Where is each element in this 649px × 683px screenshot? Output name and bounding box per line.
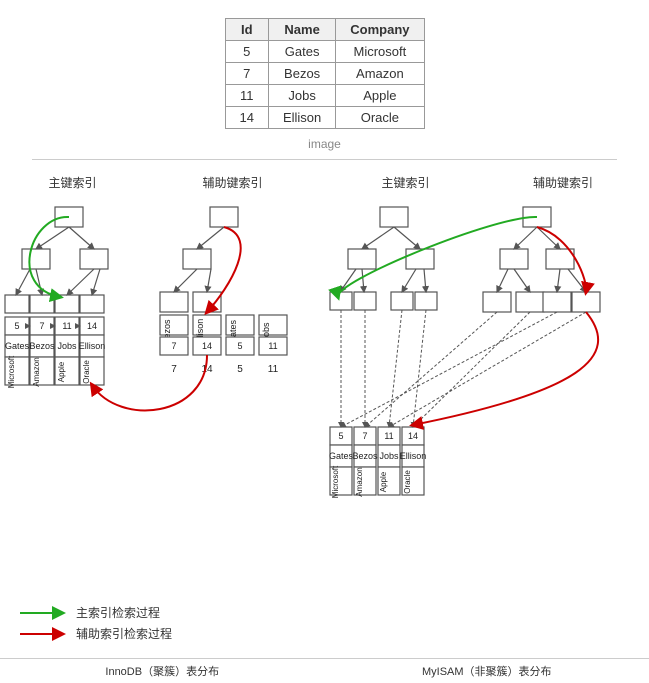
svg-text:11: 11 [384,431,393,441]
svg-text:Oracle: Oracle [403,470,412,494]
myisam-secondary-label: 辅助键索引 [483,174,643,191]
legend: 主索引检索过程 辅助索引检索过程 [0,594,649,652]
myisam-tree-labels: 主键索引 辅助键索引 [328,174,649,191]
svg-text:14: 14 [87,321,97,331]
diagram-area: 主键索引 辅助键索引 [0,174,649,594]
svg-text:Amazon: Amazon [355,467,364,496]
svg-text:Oracle: Oracle [82,360,91,384]
innodb-tree-labels: 主键索引 辅助键索引 [0,174,320,191]
image-label: image [308,137,341,151]
col-id: Id [225,19,268,41]
innodb-primary-label: 主键索引 [0,174,145,191]
myisam-half: 主键索引 辅助键索引 [320,174,649,594]
svg-text:Apple: Apple [57,361,66,382]
svg-text:5: 5 [237,341,242,351]
svg-text:14: 14 [408,431,418,441]
svg-text:Apple: Apple [379,471,388,492]
legend-secondary: 辅助索引检索过程 [18,625,631,642]
legend-primary-label: 主索引检索过程 [76,604,160,621]
table-cell: 11 [225,85,268,107]
table-cell: 5 [225,41,268,63]
svg-text:Microsoft: Microsoft [331,465,340,498]
table-cell: Gates [268,41,335,63]
legend-secondary-label: 辅助索引检索过程 [76,625,172,642]
svg-text:5: 5 [14,321,19,331]
svg-text:Ellison: Ellison [400,451,427,461]
svg-text:7: 7 [171,341,176,351]
table-cell: Microsoft [336,41,424,63]
innodb-bottom-label: InnoDB（聚簇）表分布 [0,659,325,683]
svg-text:11: 11 [268,364,279,375]
myisam-svg: 5 Gates Microsoft 7 Bezos Amazon 11 Jobs… [328,197,648,557]
table-cell: Ellison [268,107,335,129]
svg-text:Bezos: Bezos [352,451,378,461]
table-cell: Amazon [336,63,424,85]
myisam-primary-label: 主键索引 [328,174,483,191]
table-cell: Oracle [336,107,424,129]
data-table: Id Name Company 5GatesMicrosoft 7BezosAma… [225,18,425,129]
svg-text:7: 7 [171,364,177,375]
innodb-half: 主键索引 辅助键索引 [0,174,320,594]
table-cell: Bezos [268,63,335,85]
myisam-bottom-label: MyISAM（非聚簇）表分布 [325,659,649,683]
table-cell: Jobs [268,85,335,107]
bottom-labels: InnoDB（聚簇）表分布 MyISAM（非聚簇）表分布 [0,658,649,683]
svg-text:Ellison: Ellison [79,341,106,351]
svg-text:5: 5 [237,364,243,375]
svg-text:11: 11 [268,341,277,351]
table-cell: 7 [225,63,268,85]
svg-text:Gates: Gates [5,341,30,351]
top-section: Id Name Company 5GatesMicrosoft 7BezosAma… [0,0,649,159]
svg-text:5: 5 [338,431,343,441]
legend-red-arrow-icon [18,626,68,642]
svg-text:14: 14 [202,341,212,351]
svg-text:Jobs: Jobs [379,451,399,461]
innodb-secondary-label: 辅助键索引 [145,174,320,191]
svg-text:7: 7 [39,321,44,331]
col-name: Name [268,19,335,41]
svg-text:7: 7 [362,431,367,441]
legend-green-arrow-icon [18,605,68,621]
svg-text:11: 11 [62,321,71,331]
table-cell: 14 [225,107,268,129]
section-divider [32,159,616,160]
table-cell: Apple [336,85,424,107]
svg-text:Microsoft: Microsoft [7,355,16,388]
svg-text:Amazon: Amazon [32,357,41,386]
svg-text:Gates: Gates [329,451,354,461]
innodb-svg: 5 Gates Microsoft 7 Bezos Amazon 11 Jobs… [0,197,320,557]
legend-primary: 主索引检索过程 [18,604,631,621]
col-company: Company [336,19,424,41]
svg-text:Jobs: Jobs [57,341,77,351]
svg-text:Bezos: Bezos [29,341,55,351]
